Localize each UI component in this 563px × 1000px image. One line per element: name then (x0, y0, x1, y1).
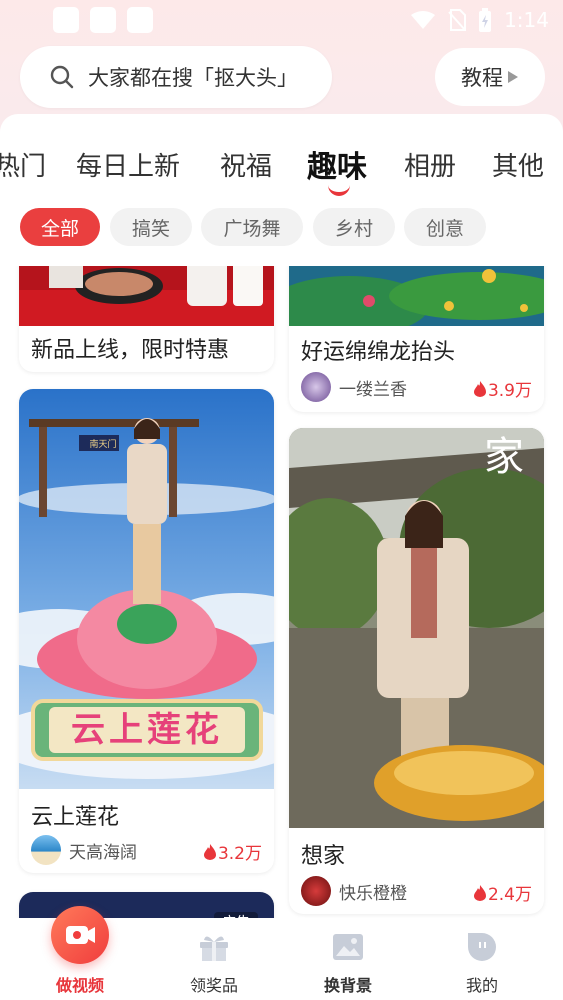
search-placeholder: 大家都在搜「抠大头」 (88, 66, 298, 90)
fire-icon (473, 380, 486, 397)
card-thumbnail (289, 266, 544, 326)
chip-creative[interactable]: 创意 (404, 208, 486, 246)
author-name: 一缕兰香 (339, 379, 407, 400)
notification-icon (53, 7, 79, 33)
tab-album[interactable]: 相册 (404, 146, 456, 183)
like-count: 3.2万 (203, 839, 262, 864)
video-camera-icon (66, 926, 95, 944)
avatar (301, 876, 331, 906)
clock: 1:14 (504, 8, 549, 32)
play-icon (508, 71, 518, 83)
overlay-caption: 云上莲花 (71, 710, 223, 750)
card-title: 想家 (301, 844, 346, 869)
video-card-home[interactable]: 家 想家 快乐橙橙 2.4万 (289, 428, 544, 914)
video-card-promo[interactable]: 新品上线，限时特惠 (19, 266, 274, 372)
chip-funny[interactable]: 搞笑 (110, 208, 192, 246)
avatar (31, 835, 61, 865)
active-tab-indicator (328, 184, 350, 196)
nav-profile[interactable]: 我的 (432, 918, 532, 1000)
image-icon (333, 934, 363, 960)
overlay-char: 家 (484, 434, 524, 480)
wifi-icon (411, 11, 436, 29)
video-card-lucky[interactable]: 好运绵绵龙抬头 一缕兰香 3.9万 (289, 266, 544, 412)
no-sim-icon (448, 9, 467, 31)
tab-hot[interactable]: 热门 (0, 146, 46, 183)
card-author[interactable]: 一缕兰香 (301, 372, 407, 402)
profile-icon (468, 933, 496, 961)
filter-chips: 全部 搞笑 广场舞 乡村 创意 (0, 208, 563, 246)
gate-sign: 南天门 (89, 440, 117, 450)
card-thumbnail (19, 266, 274, 326)
like-count: 2.4万 (473, 880, 532, 905)
nav-change-background[interactable]: 换背景 (298, 918, 398, 1000)
card-author[interactable]: 快乐橙橙 (301, 876, 407, 906)
fire-icon (473, 884, 486, 901)
nav-label: 领奖品 (189, 976, 238, 995)
status-bar: 1:14 (0, 0, 563, 40)
nav-label: 换背景 (323, 976, 372, 995)
chip-all[interactable]: 全部 (20, 208, 100, 246)
tab-other[interactable]: 其他 (492, 146, 544, 183)
nav-label: 做视频 (55, 976, 104, 995)
card-title: 云上莲花 (31, 805, 120, 830)
nav-make-video[interactable]: 做视频 (30, 906, 130, 1000)
fire-icon (203, 843, 216, 860)
avatar (301, 372, 331, 402)
gift-icon (200, 936, 228, 961)
author-name: 快乐橙橙 (339, 883, 407, 904)
nav-label: 我的 (465, 976, 498, 995)
card-title: 好运绵绵龙抬头 (301, 340, 456, 365)
tab-fun[interactable]: 趣味 (307, 142, 367, 186)
make-video-button[interactable] (51, 906, 109, 964)
battery-icon (479, 8, 492, 32)
chip-square-dance[interactable]: 广场舞 (201, 208, 303, 246)
card-author[interactable]: 天高海阔 (31, 835, 137, 865)
card-title: 新品上线，限时特惠 (31, 338, 230, 363)
video-card-lotus[interactable]: 南天门 云上莲花 云上莲花 天高海阔 3.2万 (19, 389, 274, 873)
like-count: 3.9万 (473, 376, 532, 401)
tab-daily-new[interactable]: 每日上新 (76, 146, 180, 183)
notification-icon (90, 7, 116, 33)
category-tabs: 热门 每日上新 祝福 趣味 相册 其他 (0, 136, 563, 196)
nav-rewards[interactable]: 领奖品 (164, 918, 264, 1000)
search-icon (50, 65, 74, 89)
notification-icon (127, 7, 153, 33)
search-input[interactable]: 大家都在搜「抠大头」 (20, 46, 332, 108)
bottom-nav: 做视频 领奖品 换背景 我的 (0, 906, 563, 1000)
chip-village[interactable]: 乡村 (313, 208, 395, 246)
card-thumbnail (289, 428, 544, 828)
tab-blessing[interactable]: 祝福 (220, 146, 272, 183)
tutorial-button[interactable]: 教程 (435, 48, 545, 106)
video-feed: 新品上线，限时特惠 好运绵绵龙抬头 一缕兰香 3.9万 南天门 云上莲花 云上莲… (0, 266, 563, 918)
tutorial-label: 教程 (461, 66, 503, 90)
author-name: 天高海阔 (69, 842, 137, 863)
